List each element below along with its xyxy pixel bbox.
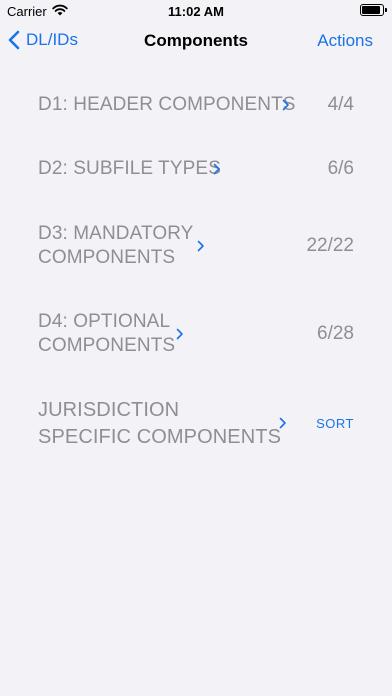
component-row-subfile-types[interactable]: D2: SUBFILE TYPES 6/6: [38, 157, 354, 181]
chevron-right-icon: [197, 240, 204, 252]
component-row-mandatory[interactable]: D3: MANDATORY COMPONENTS 22/22: [38, 222, 354, 270]
status-time: 11:02 AM: [168, 4, 224, 19]
row-label-line-1: D4: OPTIONAL: [38, 311, 171, 332]
row-count: 22/22: [306, 235, 354, 256]
chevron-right-icon: [213, 163, 220, 175]
chevron-right-icon: [176, 328, 183, 340]
battery-icon: [360, 4, 387, 16]
row-label: D1: HEADER COMPONENTS: [38, 94, 296, 115]
row-label-line-1: JURISDICTION: [38, 399, 180, 421]
component-row-optional[interactable]: D4: OPTIONAL COMPONENTS 6/28: [38, 310, 354, 358]
chevron-right-icon: [282, 99, 289, 111]
row-label-line-2: SPECIFIC COMPONENTS: [38, 426, 282, 448]
actions-button[interactable]: Actions: [317, 31, 373, 51]
row-label: D2: SUBFILE TYPES: [38, 158, 221, 179]
row-label-line-1: D3: MANDATORY: [38, 223, 194, 244]
navigation-bar: DL/IDs Components Actions: [0, 22, 392, 62]
component-row-header[interactable]: D1: HEADER COMPONENTS 4/4: [38, 93, 354, 117]
row-label-line-2: COMPONENTS: [38, 247, 176, 268]
row-count: 4/4: [327, 94, 354, 115]
sort-button[interactable]: SORT: [316, 416, 354, 431]
status-bar: Carrier 11:02 AM: [0, 0, 392, 22]
component-row-jurisdiction-specific[interactable]: JURISDICTION SPECIFIC COMPONENTS SORT: [38, 397, 354, 451]
row-label-line-2: COMPONENTS: [38, 335, 176, 356]
row-count: 6/6: [327, 158, 354, 179]
row-count: 6/28: [317, 323, 354, 344]
chevron-right-icon: [279, 417, 286, 429]
